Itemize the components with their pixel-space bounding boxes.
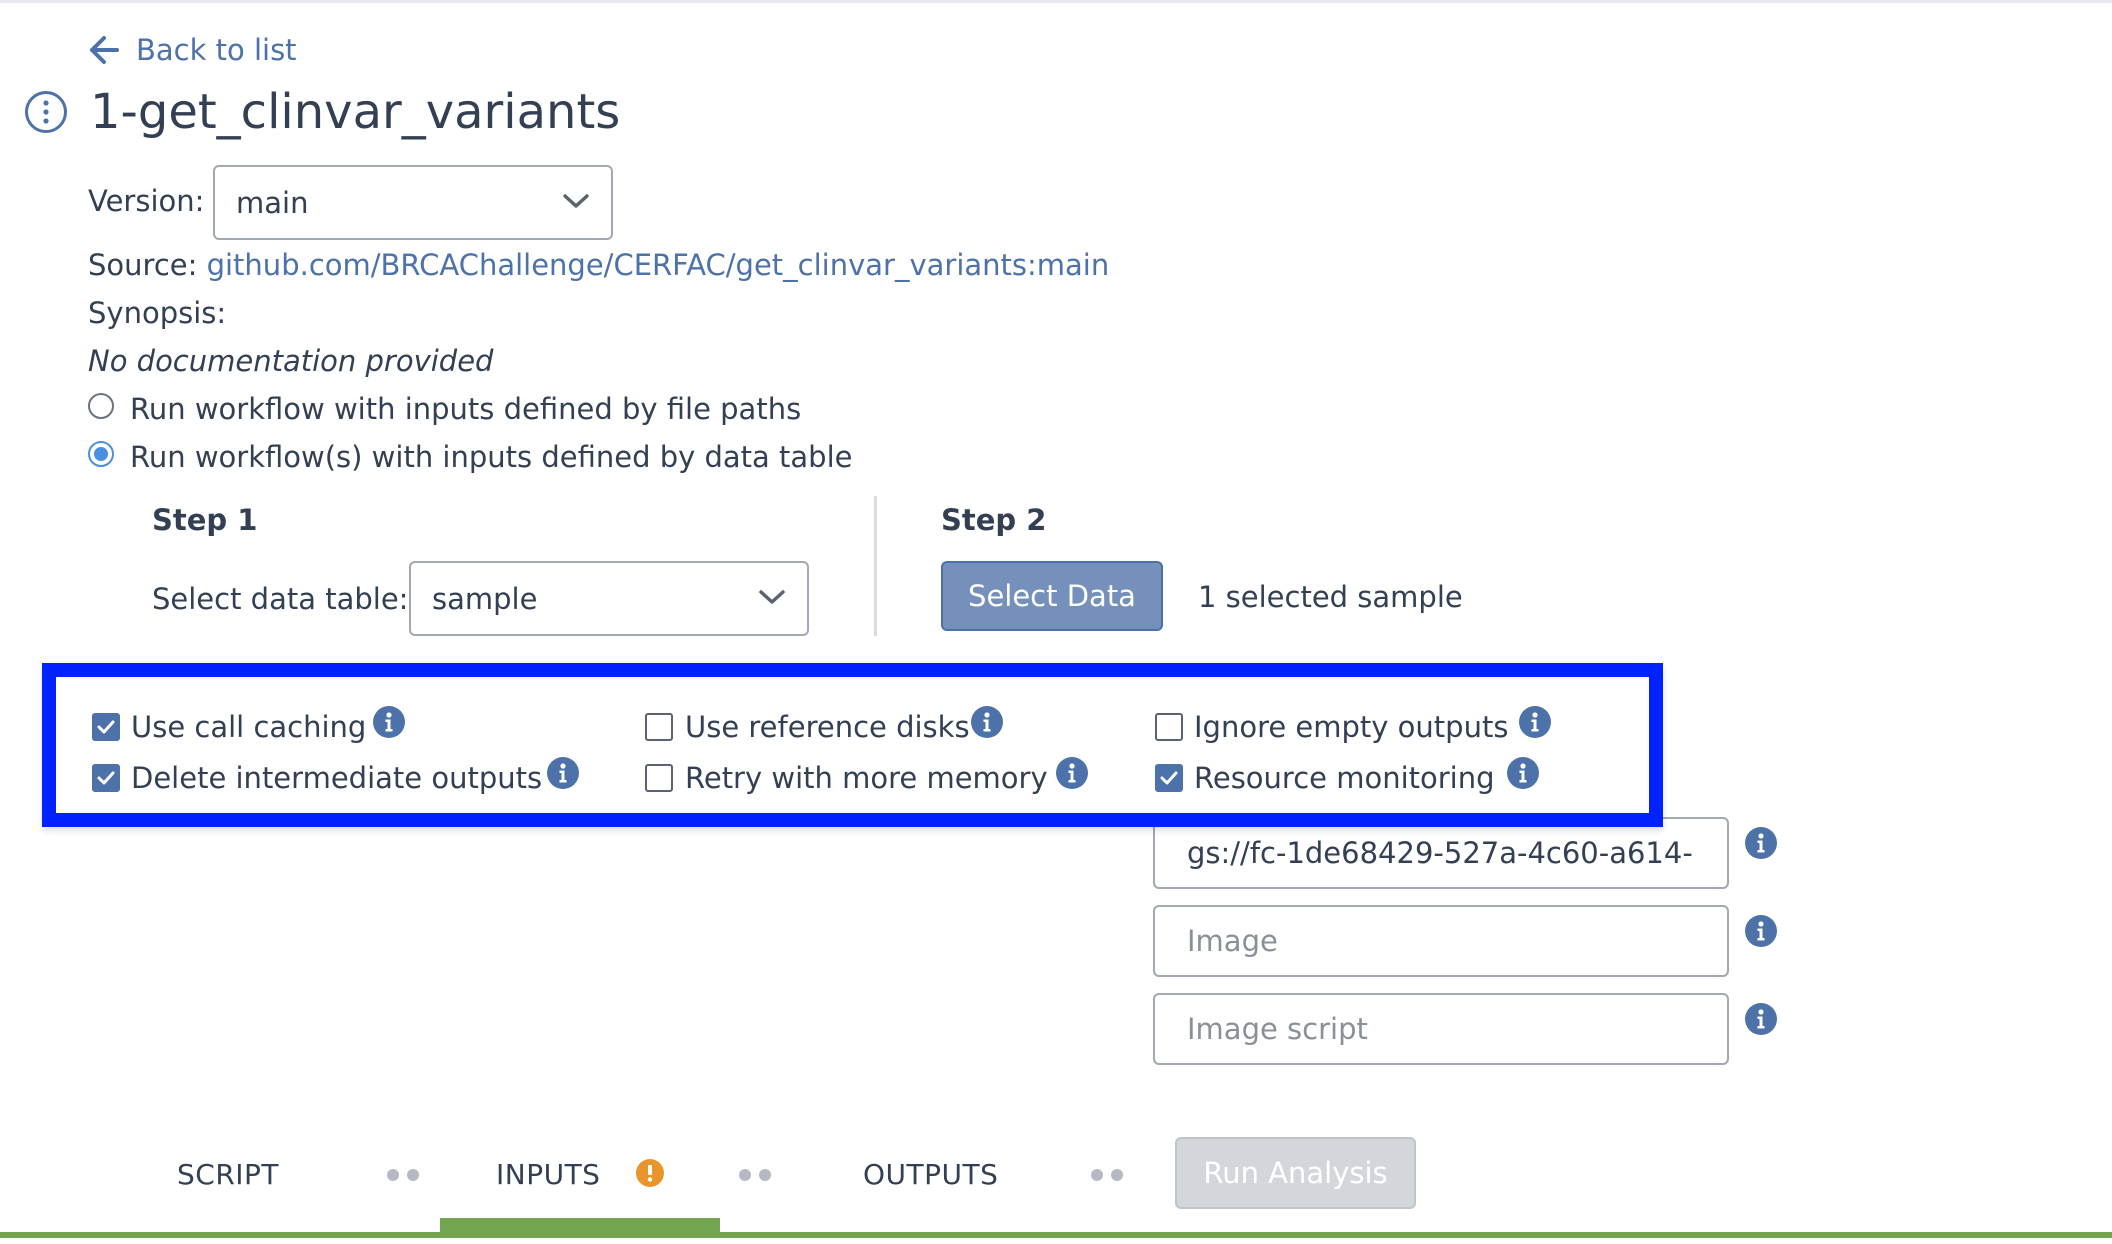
step-dots	[387, 1166, 427, 1185]
warning-icon	[636, 1159, 664, 1187]
back-to-list-label: Back to list	[136, 33, 297, 67]
step-dots	[739, 1166, 779, 1185]
image-field[interactable]: Image	[1153, 905, 1729, 977]
use-reference-disks-label: Use reference disks	[685, 710, 970, 744]
arrow-left-icon	[88, 34, 120, 66]
tab-outputs[interactable]: OUTPUTS	[863, 1158, 998, 1191]
version-value: main	[236, 185, 309, 220]
synopsis-label: Synopsis:	[88, 296, 227, 330]
page-title: 1-get_clinvar_variants	[90, 84, 621, 140]
info-icon[interactable]	[1519, 706, 1551, 738]
use-reference-disks-checkbox[interactable]	[645, 713, 673, 741]
workflow-info-icon[interactable]	[24, 90, 68, 134]
chevron-down-icon	[759, 589, 785, 609]
retry-more-memory-checkbox[interactable]	[645, 764, 673, 792]
bottom-rule	[0, 1232, 2112, 1238]
image-script-field[interactable]: Image script	[1153, 993, 1729, 1065]
data-table-value: sample	[432, 581, 538, 616]
image-script-placeholder: Image script	[1187, 1012, 1368, 1046]
source-label: Source:	[88, 248, 198, 282]
retry-more-memory-label: Retry with more memory	[685, 761, 1048, 795]
data-table-label: Select data table:	[152, 582, 409, 616]
info-icon[interactable]	[1745, 1003, 1777, 1035]
chevron-down-icon	[563, 193, 589, 213]
synopsis-text: No documentation provided	[88, 344, 494, 378]
ignore-empty-outputs-label: Ignore empty outputs	[1194, 710, 1509, 744]
back-to-list-link[interactable]: Back to list	[88, 30, 297, 70]
radio-file-paths[interactable]	[88, 393, 114, 419]
options-highlight-box	[42, 663, 1663, 827]
info-icon[interactable]	[547, 757, 579, 789]
selected-count: 1 selected sample	[1198, 580, 1463, 614]
version-select[interactable]: main	[213, 165, 613, 240]
info-icon[interactable]	[1056, 757, 1088, 789]
run-analysis-button[interactable]: Run Analysis	[1175, 1137, 1416, 1209]
output-bucket-field[interactable]: gs://fc-1de68429-527a-4c60-a614-	[1153, 817, 1729, 889]
image-placeholder: Image	[1187, 924, 1278, 958]
info-icon[interactable]	[373, 706, 405, 738]
source-link[interactable]: github.com/BRCAChallenge/CERFAC/get_clin…	[207, 248, 1110, 282]
info-icon[interactable]	[971, 706, 1003, 738]
tab-script[interactable]: SCRIPT	[177, 1158, 279, 1191]
data-table-select[interactable]: sample	[409, 561, 809, 636]
delete-intermediate-outputs-checkbox[interactable]	[92, 764, 120, 792]
resource-monitoring-label: Resource monitoring	[1194, 761, 1495, 795]
top-border	[0, 0, 2112, 3]
tab-inputs[interactable]: INPUTS	[496, 1158, 600, 1191]
select-data-button[interactable]: Select Data	[941, 561, 1163, 631]
version-label: Version:	[88, 184, 205, 218]
info-icon[interactable]	[1507, 757, 1539, 789]
info-icon[interactable]	[1745, 827, 1777, 859]
radio-data-table[interactable]	[88, 441, 114, 467]
info-icon[interactable]	[1745, 915, 1777, 947]
step2-heading: Step 2	[941, 503, 1047, 537]
ignore-empty-outputs-checkbox[interactable]	[1155, 713, 1183, 741]
radio-data-table-label: Run workflow(s) with inputs defined by d…	[130, 440, 853, 474]
resource-monitoring-checkbox[interactable]	[1155, 764, 1183, 792]
source-row: Source: github.com/BRCAChallenge/CERFAC/…	[88, 248, 1109, 282]
use-call-caching-checkbox[interactable]	[92, 713, 120, 741]
delete-intermediate-outputs-label: Delete intermediate outputs	[131, 761, 543, 795]
use-call-caching-label: Use call caching	[131, 710, 367, 744]
radio-file-paths-label: Run workflow with inputs defined by file…	[130, 392, 802, 426]
step-dots	[1091, 1166, 1131, 1185]
step-divider	[874, 496, 877, 636]
active-tab-indicator	[440, 1218, 720, 1232]
output-bucket-value: gs://fc-1de68429-527a-4c60-a614-	[1187, 836, 1693, 870]
step1-heading: Step 1	[152, 503, 258, 537]
